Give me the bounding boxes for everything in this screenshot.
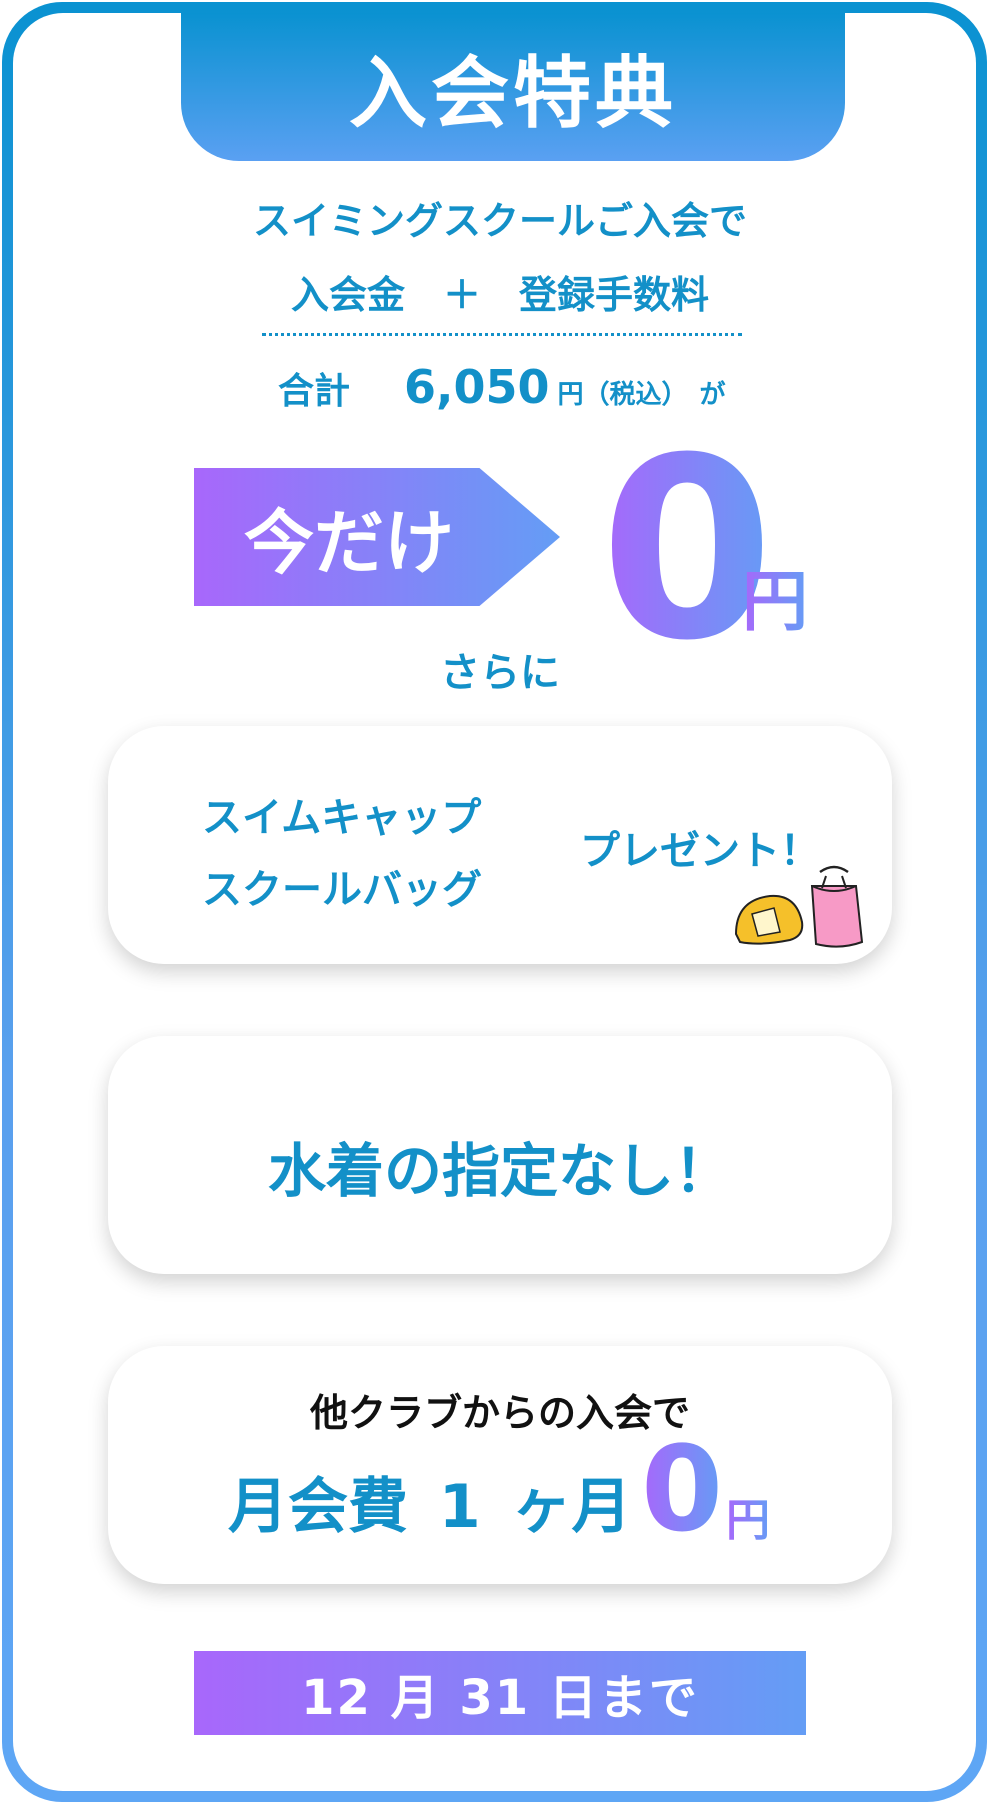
transfer-card: 他クラブからの入会で 月会費 1 ヶ月 0 円 — [108, 1346, 892, 1584]
offer-yen: 円 — [742, 548, 808, 644]
transfer-condition: 他クラブからの入会で — [309, 1391, 690, 1435]
intro-line1: スイミングスクールご入会で — [252, 199, 747, 243]
swimsuit-text: 水着の指定なし！ — [267, 1137, 732, 1205]
furthermore-label: さらに — [440, 650, 560, 696]
intro-line2: 入会金 ＋ 登録手数料 — [290, 273, 709, 317]
page-title: 入会特典 — [181, 13, 845, 161]
present-item-bag: スクールバッグ — [202, 867, 482, 913]
swim-cap-and-bag-icon — [734, 865, 864, 948]
deadline-text: 12 月 31 日まで — [301, 1670, 699, 1726]
total-label: 合計 — [278, 371, 351, 412]
present-item-cap: スイムキャップ — [202, 795, 482, 841]
dotted-divider — [262, 333, 742, 336]
transfer-yen: 円 — [726, 1484, 770, 1548]
deadline-banner: 12 月 31 日まで — [194, 1651, 806, 1735]
limited-time-label: 今だけ — [244, 501, 454, 584]
total-amount: 6,050 — [404, 360, 550, 414]
transfer-benefit: 月会費 1 ヶ月 — [228, 1472, 632, 1542]
swimsuit-card: 水着の指定なし！ — [108, 1036, 892, 1274]
transfer-price: 0 — [641, 1420, 724, 1558]
present-items: スイムキャップ スクールバッグ — [202, 782, 482, 926]
present-card: スイムキャップ スクールバッグ プレゼント！ — [108, 726, 892, 964]
